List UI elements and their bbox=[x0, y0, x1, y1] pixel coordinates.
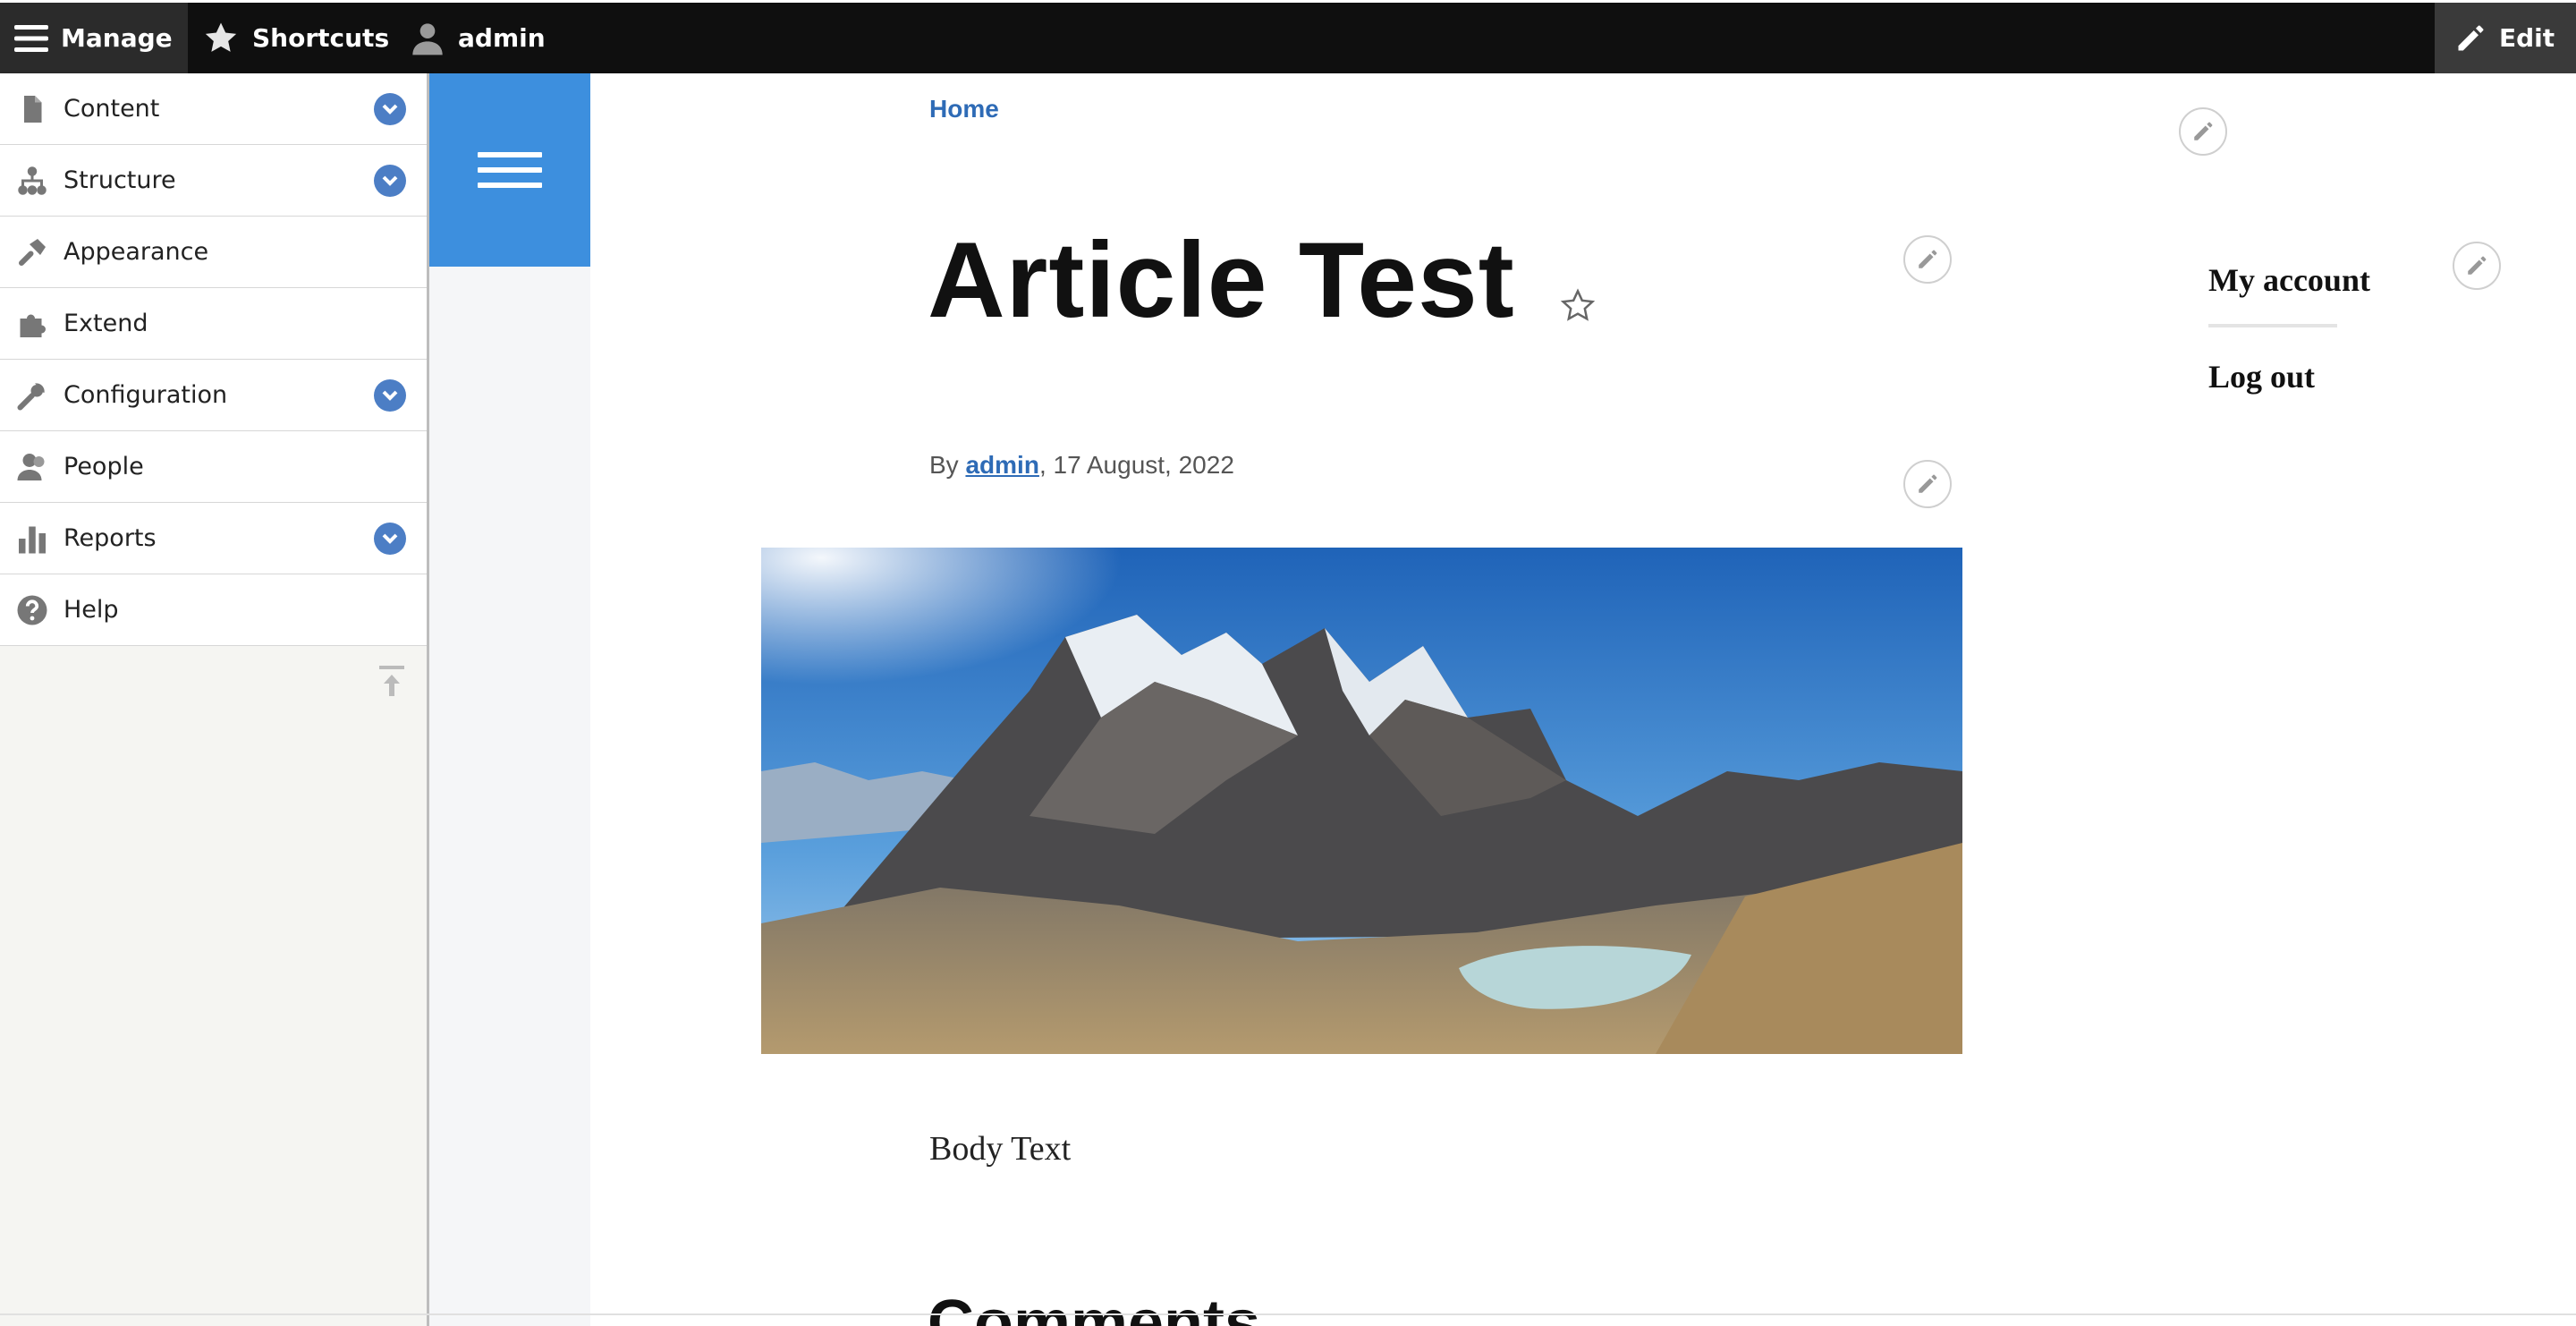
manage-button[interactable]: Manage bbox=[0, 3, 188, 73]
article-meta: By admin, 17 August, 2022 bbox=[929, 451, 1234, 480]
bookmark-star-icon[interactable] bbox=[1560, 288, 1596, 324]
sitemap-icon bbox=[18, 166, 47, 195]
pencil-icon bbox=[2468, 256, 2487, 275]
help-icon bbox=[17, 595, 47, 625]
pencil-icon bbox=[1919, 474, 1937, 493]
edit-toggle-button[interactable]: Edit bbox=[2435, 3, 2576, 73]
people-icon bbox=[17, 454, 45, 480]
author-link[interactable]: admin bbox=[965, 451, 1038, 479]
page-bottom-border bbox=[0, 1313, 2576, 1315]
article-hero-image bbox=[761, 548, 1962, 1054]
article-date: , 17 August, 2022 bbox=[1038, 451, 1234, 479]
bar-chart-icon bbox=[19, 526, 46, 554]
expand-toggle[interactable] bbox=[374, 379, 406, 412]
contextual-edit-button[interactable] bbox=[1903, 235, 1952, 284]
user-menu-button[interactable]: admin bbox=[410, 3, 546, 73]
pencil-icon bbox=[2458, 25, 2484, 50]
hamburger-line bbox=[478, 152, 542, 157]
hamburger-line bbox=[478, 183, 542, 188]
menu-item-label: Extend bbox=[64, 310, 148, 337]
menu-item-content[interactable]: Content bbox=[0, 73, 427, 145]
pencil-icon bbox=[2194, 122, 2213, 140]
chevron-down-icon bbox=[382, 533, 398, 544]
menu-item-people[interactable]: People bbox=[0, 431, 427, 503]
page-title: Article Test bbox=[928, 220, 1515, 340]
menu-item-structure[interactable]: Structure bbox=[0, 145, 427, 217]
puzzle-icon bbox=[20, 314, 46, 337]
article-body: Body Text bbox=[929, 1130, 1072, 1168]
edit-label: Edit bbox=[2499, 23, 2555, 53]
pencil-icon bbox=[1919, 250, 1937, 268]
wrench-icon bbox=[17, 383, 45, 411]
menu-item-label: Appearance bbox=[64, 238, 209, 266]
menu-item-extend[interactable]: Extend bbox=[0, 288, 427, 360]
user-icon bbox=[412, 22, 443, 55]
menu-divider bbox=[2208, 324, 2337, 327]
admin-menu-tray: Content Structure Appearance Extend Conf… bbox=[0, 73, 429, 1326]
menu-item-label: Reports bbox=[64, 524, 157, 552]
menu-item-label: People bbox=[64, 453, 144, 480]
contextual-edit-button[interactable] bbox=[2453, 242, 2501, 290]
expand-toggle[interactable] bbox=[374, 523, 406, 555]
user-label: admin bbox=[458, 23, 546, 53]
collapse-tray-icon[interactable] bbox=[376, 664, 408, 703]
breadcrumb-home-link[interactable]: Home bbox=[929, 95, 999, 123]
chevron-down-icon bbox=[382, 390, 398, 401]
chevron-down-icon bbox=[382, 175, 398, 186]
paintbrush-icon bbox=[19, 239, 46, 266]
shortcuts-button[interactable]: Shortcuts bbox=[200, 3, 389, 73]
menu-item-label: Configuration bbox=[64, 381, 228, 409]
menu-item-appearance[interactable]: Appearance bbox=[0, 217, 427, 288]
expand-toggle[interactable] bbox=[374, 93, 406, 125]
log-out-link[interactable]: Log out bbox=[2208, 358, 2315, 395]
shortcuts-label: Shortcuts bbox=[252, 23, 390, 53]
my-account-link[interactable]: My account bbox=[2208, 261, 2370, 299]
star-icon bbox=[205, 22, 237, 52]
menu-item-reports[interactable]: Reports bbox=[0, 503, 427, 574]
file-icon bbox=[24, 96, 42, 123]
menu-item-label: Content bbox=[64, 95, 160, 123]
hamburger-icon bbox=[14, 24, 48, 52]
menu-item-label: Structure bbox=[64, 166, 176, 194]
menu-item-configuration[interactable]: Configuration bbox=[0, 360, 427, 431]
main-menu-toggle[interactable] bbox=[429, 73, 590, 267]
menu-item-label: Help bbox=[64, 596, 119, 624]
manage-label: Manage bbox=[61, 23, 173, 53]
comments-heading: Comments bbox=[928, 1288, 1261, 1326]
chevron-down-icon bbox=[382, 104, 398, 115]
contextual-edit-button[interactable] bbox=[1903, 460, 1952, 508]
expand-toggle[interactable] bbox=[374, 165, 406, 197]
admin-toolbar: Manage Shortcuts admin Edit bbox=[0, 3, 2576, 73]
contextual-edit-button[interactable] bbox=[2179, 107, 2227, 156]
menu-item-help[interactable]: Help bbox=[0, 574, 427, 646]
byline-prefix: By bbox=[929, 451, 959, 479]
hamburger-line bbox=[478, 167, 542, 173]
